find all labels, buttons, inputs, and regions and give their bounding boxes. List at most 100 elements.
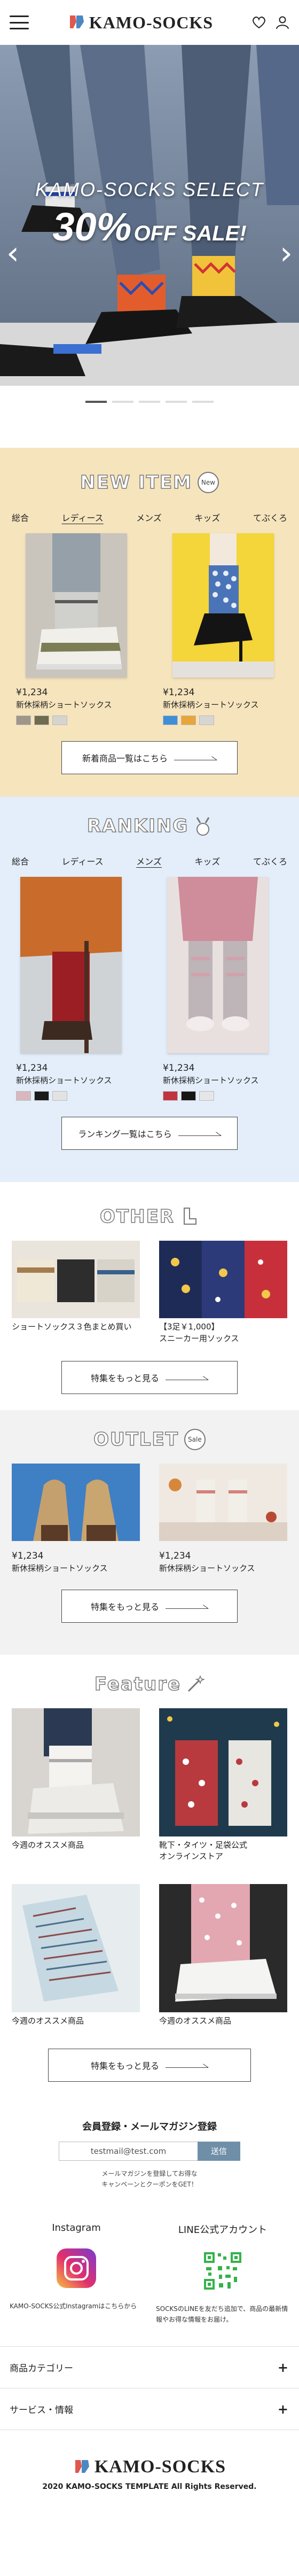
feature-image[interactable] [159, 1708, 287, 1836]
feature-image[interactable] [159, 1884, 287, 2012]
tab-mens[interactable]: メンズ [136, 511, 162, 524]
line-title: LINE公式アカウント [178, 2224, 267, 2236]
product-image[interactable] [26, 533, 127, 678]
feature-item[interactable]: 今週のオススメ商品 [159, 1884, 287, 2027]
tab-ladies[interactable]: レディース [62, 854, 104, 867]
line-text[interactable]: SOCKSのLINEを友だち追加で、商品の最新情報やお得な情報をお届け。 [156, 2303, 289, 2325]
product-image[interactable] [20, 877, 122, 1053]
outlet-item[interactable]: ¥1,234 新休採柄ショートソックス [12, 1463, 140, 1574]
swatch[interactable] [163, 1091, 178, 1101]
feature-caption[interactable]: 靴下・タイツ・足袋公式 オンラインストア [159, 1840, 287, 1863]
more-label: 新着商品一覧はこちら [82, 753, 168, 764]
category-accordion[interactable]: 商品カテゴリー + [0, 2347, 299, 2389]
tab-all[interactable]: 総合 [12, 854, 29, 867]
more-label: ランキング一覧はこちら [78, 1129, 172, 1139]
feature-item[interactable]: 今週のオススメ商品 [12, 1884, 140, 2027]
product-card[interactable]: ¥1,234 新休採柄ショートソックス [163, 877, 283, 1101]
slider-dot[interactable] [139, 401, 160, 403]
color-swatches [16, 715, 136, 725]
feature-caption[interactable]: 今週のオススメ商品 [12, 2015, 140, 2027]
other-item[interactable]: ショートソックス３色まとめ買い [12, 1241, 140, 1345]
product-photo [26, 533, 127, 678]
outlet-more-button[interactable]: 特集をもっと見る [61, 1589, 238, 1623]
instagram-icon[interactable] [57, 2248, 96, 2288]
product-name[interactable]: 新休採柄ショートソックス [16, 699, 136, 710]
swatch[interactable] [199, 715, 214, 725]
tab-ladies[interactable]: レディース [62, 511, 104, 524]
footer-logo[interactable]: KAMO-SOCKS [0, 2457, 299, 2477]
heart-icon[interactable] [252, 16, 266, 29]
product-image[interactable] [167, 877, 269, 1053]
new-badge: New [197, 472, 219, 493]
email-field[interactable]: testmail@test.com [59, 2141, 198, 2161]
tab-kids[interactable]: キッズ [194, 854, 220, 867]
feature-item[interactable]: 靴下・タイツ・足袋公式 オンラインストア [159, 1708, 287, 1863]
feature-image[interactable] [12, 1884, 140, 2012]
qr-code-icon[interactable] [203, 2251, 242, 2291]
tab-mens[interactable]: メンズ [136, 854, 162, 867]
feature-item[interactable]: 今週のオススメ商品 [12, 1708, 140, 1863]
outlet-image[interactable] [12, 1463, 140, 1541]
other-image[interactable] [159, 1241, 287, 1318]
tab-gloves[interactable]: てぶくろ [253, 854, 287, 867]
product-name[interactable]: 新休採柄ショートソックス [159, 1562, 287, 1574]
swatch[interactable] [52, 1091, 67, 1101]
outlet-heading: OUTLET Sale [0, 1415, 299, 1464]
product-card[interactable]: ¥1,234 新休採柄ショートソックス [16, 877, 136, 1101]
product-name[interactable]: 新休採柄ショートソックス [163, 699, 283, 710]
instagram-text[interactable]: KAMO-SOCKS公式Instagramはこちらから [10, 2301, 143, 2312]
swatch[interactable] [34, 1091, 49, 1101]
product-name[interactable]: 新休採柄ショートソックス [12, 1562, 140, 1574]
swatch[interactable] [16, 1091, 31, 1101]
menu-icon[interactable] [10, 15, 29, 29]
new-item-more-button[interactable]: 新着商品一覧はこちら [61, 741, 238, 774]
hero-slider[interactable]: KAMO-SOCKS SELECT 30% OFF SALE! ‹ › [0, 45, 299, 386]
swatch[interactable] [181, 715, 196, 725]
plus-icon: + [277, 2360, 288, 2375]
swatch[interactable] [52, 715, 67, 725]
product-price: ¥1,234 [16, 1063, 48, 1073]
ranking-more-button[interactable]: ランキング一覧はこちら [61, 1117, 238, 1150]
feature-image[interactable] [12, 1708, 140, 1836]
slider-dot[interactable] [166, 401, 187, 403]
slider-next-icon[interactable]: › [280, 237, 293, 269]
other-image[interactable] [12, 1241, 140, 1318]
product-image[interactable] [172, 533, 274, 678]
other-more-button[interactable]: 特集をもっと見る [61, 1360, 238, 1394]
other-item[interactable]: 【3足￥1,000】 スニーカー用ソックス [159, 1241, 287, 1345]
slider-dot[interactable] [85, 401, 107, 403]
feature-caption[interactable]: 今週のオススメ商品 [159, 2015, 287, 2027]
swatch[interactable] [16, 715, 31, 725]
tab-kids[interactable]: キッズ [194, 511, 220, 524]
swatch[interactable] [34, 715, 49, 725]
feature-caption[interactable]: 今週のオススメ商品 [12, 1840, 140, 1851]
other-caption[interactable]: 【3足￥1,000】 スニーカー用ソックス [159, 1321, 287, 1345]
slider-prev-icon[interactable]: ‹ [6, 237, 19, 269]
outlet-item[interactable]: ¥1,234 新休採柄ショートソックス [159, 1463, 287, 1574]
swatch[interactable] [181, 1091, 196, 1101]
service-accordion[interactable]: サービス・情報 + [0, 2388, 299, 2431]
footer-menu: 商品カテゴリー + サービス・情報 + [0, 2346, 299, 2431]
accordion-label: 商品カテゴリー [10, 2363, 73, 2375]
user-icon[interactable] [276, 15, 289, 29]
new-item-tabs: 総合 レディース メンズ キッズ てぶくろ [0, 507, 299, 528]
product-name[interactable]: 新休採柄ショートソックス [16, 1075, 136, 1086]
outlet-image[interactable] [159, 1463, 287, 1541]
product-name[interactable]: 新休採柄ショートソックス [163, 1075, 283, 1086]
product-card[interactable]: ¥1,234 新休採柄ショートソックス [16, 533, 136, 725]
crown-icon [196, 817, 210, 836]
product-card[interactable]: ¥1,234 新休採柄ショートソックス [163, 533, 283, 725]
feature-photo [159, 1708, 287, 1836]
newsletter-submit-button[interactable]: 送信 [198, 2141, 240, 2161]
arrow-right-icon [174, 755, 217, 760]
slider-dot[interactable] [112, 401, 133, 403]
other-caption[interactable]: ショートソックス３色まとめ買い [12, 1321, 140, 1333]
feature-more-button[interactable]: 特集をもっと見る [48, 2048, 251, 2082]
swatch[interactable] [199, 1091, 214, 1101]
swatch[interactable] [163, 715, 178, 725]
tab-all[interactable]: 総合 [12, 511, 29, 524]
slider-dot[interactable] [192, 401, 214, 403]
ranking-heading: RANKING [0, 802, 299, 850]
brand-logo[interactable]: KAMO-SOCKS [68, 13, 213, 33]
tab-gloves[interactable]: てぶくろ [253, 511, 287, 524]
